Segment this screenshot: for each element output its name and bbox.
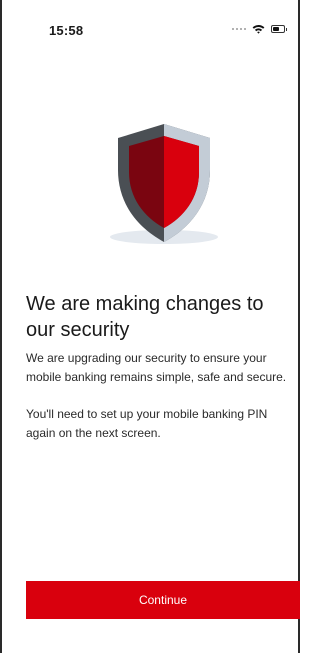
status-icons: [232, 24, 287, 34]
description-upgrade: We are upgrading our security to ensure …: [26, 351, 287, 384]
status-time: 15:58: [49, 23, 84, 38]
signal-icon: [232, 28, 246, 30]
status-bar: 15:58: [2, 0, 298, 46]
security-update-screen: 15:58 We are making changes to our secur…: [0, 0, 300, 653]
shield-icon: [110, 124, 218, 244]
battery-icon: [271, 25, 287, 33]
shield-illustration: [106, 124, 222, 250]
continue-button[interactable]: Continue: [26, 581, 300, 619]
wifi-icon: [252, 25, 265, 34]
page-title: We are making changes to our security: [26, 293, 264, 341]
description-pin-setup: You'll need to set up your mobile bankin…: [26, 407, 268, 440]
